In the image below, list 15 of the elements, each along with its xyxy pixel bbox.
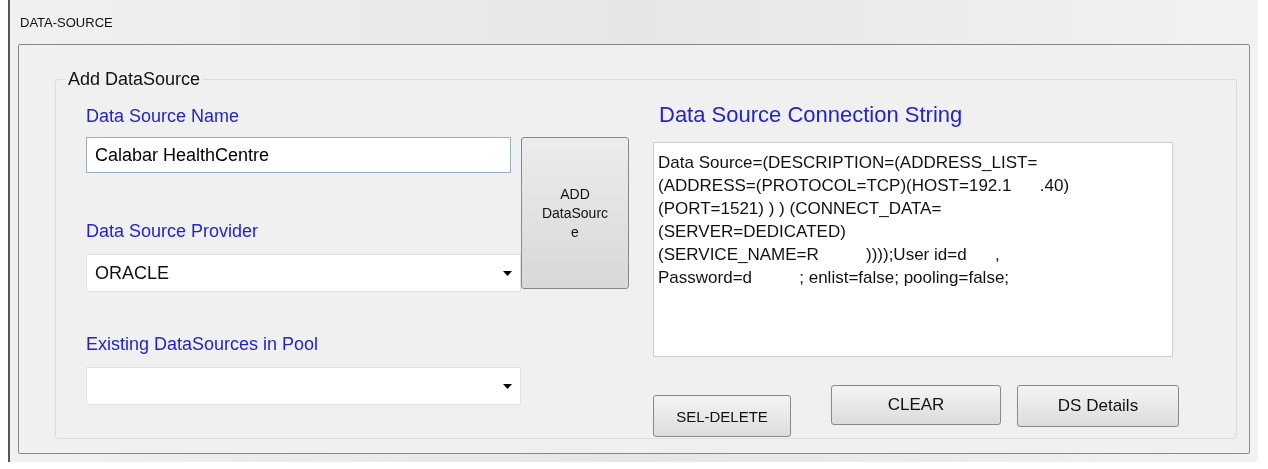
field-label: Data Source Provider bbox=[86, 221, 259, 242]
action-button[interactable]: DS Details bbox=[1017, 385, 1179, 427]
field-label: Existing DataSources in Pool bbox=[86, 334, 319, 355]
field-label: Data Source Name bbox=[86, 106, 240, 127]
window-title: DATA-SOURCE bbox=[20, 14, 113, 30]
section-title: Data Source Connection String bbox=[659, 102, 964, 128]
add-datasource-button[interactable]: ADD DataSourc e bbox=[521, 137, 629, 289]
action-button[interactable]: CLEAR bbox=[831, 385, 1001, 425]
pool-dropdown[interactable] bbox=[86, 367, 521, 405]
provider-dropdown[interactable]: ORACLE bbox=[86, 254, 521, 292]
connection-string-field[interactable]: Data Source=(DESCRIPTION=(ADDRESS_LIST= (ADDRESS=(PROTOCOL=TCP)(HOST=192.1 .40) (PORT=1521) ) ) (CONNECT_DATA= (SERVER=DEDICATED) (SERVICE_NAME=R ))));User id=d , Password=d ; enlist=false; pooling=false; bbox=[653, 142, 1173, 357]
name-input-field[interactable]: Calabar HealthCentre bbox=[86, 137, 511, 173]
action-button[interactable]: SEL-DELETE bbox=[653, 395, 791, 437]
caret-icon bbox=[503, 270, 512, 276]
caret-icon bbox=[503, 383, 512, 389]
